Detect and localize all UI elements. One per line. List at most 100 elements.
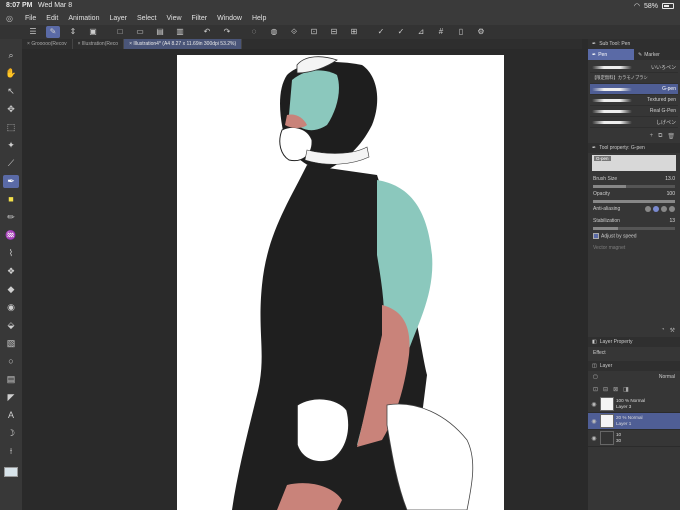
menu-file[interactable]: File [20,15,41,22]
visibility-eye-icon[interactable]: ◉ [590,401,598,408]
aa-weak[interactable] [653,206,659,212]
visibility-eye-icon[interactable]: ◉ [590,418,598,425]
antialiasing-options[interactable] [645,206,675,212]
correct-line-icon[interactable]: ⟊ [3,445,19,458]
opacity-row[interactable]: Opacity 100 [588,188,680,200]
tab-pen[interactable]: ✒ Pen [588,49,634,60]
fill-icon[interactable]: ◍ [267,26,281,38]
layer-mask-icon[interactable]: ◨ [623,386,629,393]
brush-item[interactable]: いいろペン [590,62,678,73]
selection-tool-icon[interactable]: ⬚ [3,121,19,134]
aa-medium[interactable] [661,206,667,212]
gallery-icon[interactable]: ▣ [86,26,100,38]
stabilization-row[interactable]: Stabilization 13 [588,215,680,227]
layer-row[interactable]: ◉ 100 % Normal Layer 3 [588,396,680,414]
eyedropper-icon[interactable]: ⟋ [3,157,19,170]
airbrush-tool-icon[interactable]: ⌇ [3,247,19,260]
layer-row[interactable]: ◉ 10 30 [588,430,680,448]
antialiasing-row[interactable]: Anti-aliasing [588,203,680,215]
menu-window[interactable]: Window [212,15,247,22]
ruler-tool-icon[interactable]: ◤ [3,391,19,404]
figure-tool-icon[interactable]: ○ [3,355,19,368]
settings-icon[interactable]: ⚙ [474,26,488,38]
brush-item[interactable]: Textured pen [590,95,678,106]
deselect-icon[interactable]: ⊟ [327,26,341,38]
save-icon[interactable]: ▤ [153,26,167,38]
adjust-by-speed-row[interactable]: Adjust by speed [588,230,680,242]
export-icon[interactable]: ▥ [173,26,187,38]
undo-icon[interactable]: ↶ [200,26,214,38]
menu-view[interactable]: View [161,15,186,22]
pen-marker-icon[interactable]: ■ [3,193,19,206]
redo-icon[interactable]: ↷ [220,26,234,38]
phone-icon[interactable]: ▯ [454,26,468,38]
brush-item[interactable]: 【限定無料】カラモノブラシ [590,73,678,84]
aa-none[interactable] [645,206,651,212]
pen-tool-icon[interactable]: ✒ [3,175,19,188]
layer-lock-icon[interactable]: ⊡ [593,386,598,393]
opacity-value[interactable]: 100 [667,191,675,197]
stabilization-value[interactable]: 13 [669,218,675,224]
menu-animation[interactable]: Animation [63,15,104,22]
subtool-panel-header[interactable]: ✒ Sub Tool: Pen [588,39,680,49]
menu-filter[interactable]: Filter [187,15,213,22]
delete-subtool-icon[interactable]: 🗑 [667,133,675,140]
balloon-tool-icon[interactable]: ☽ [3,427,19,440]
brush-size-value[interactable]: 13.0 [665,176,675,182]
menu-help[interactable]: Help [247,15,271,22]
text-tool-icon[interactable]: A [3,409,19,422]
new-canvas-icon[interactable]: □ [113,26,127,38]
zoom-tool-icon[interactable]: ⌕ [3,49,19,62]
brush-item[interactable]: Real G-Pen [590,106,678,117]
main-color-swatch[interactable] [4,467,18,477]
layer-clip-icon[interactable]: ⊟ [603,386,608,393]
effect-row[interactable]: Effect [588,347,680,359]
layer-ref-icon[interactable]: ⊠ [613,386,618,393]
stepper-icon[interactable]: ⇕ [66,26,80,38]
brush-tool-icon[interactable]: ♒ [3,229,19,242]
tab-document-2[interactable]: × Illustration(Reco [73,39,125,49]
blend-mode-toggle-icon[interactable]: ▢ [593,374,598,380]
brush-size-row[interactable]: Brush Size 13.0 [588,173,680,185]
brush-size-slider[interactable] [593,185,675,188]
menu-toggle-icon[interactable]: ☰ [26,26,40,38]
brush-item[interactable]: しげペン [590,117,678,128]
layer-row-selected[interactable]: ◉ 20 % Normal Layer 1 [588,413,680,431]
menu-edit[interactable]: Edit [41,15,63,22]
visibility-eye-icon[interactable]: ◉ [590,435,598,442]
layer-property-header[interactable]: ◧ Layer Property [588,337,680,348]
pencil-tool-icon[interactable]: ✏ [3,211,19,224]
drawing-canvas[interactable] [177,55,504,510]
auto-select-icon[interactable]: ✦ [3,139,19,152]
gradient-tool-icon[interactable]: ▧ [3,337,19,350]
aa-strong[interactable] [669,206,675,212]
tool-property-header[interactable]: ✒ Tool property: G-pen [588,143,680,153]
edge-keyboard-icon[interactable]: ✎ [46,26,60,38]
invert-selection-icon[interactable]: ⊞ [347,26,361,38]
tab-document-3[interactable]: × Illustration4* (A4 8.27 x 11.69in 300d… [124,39,243,49]
brush-item-selected[interactable]: G-pen [590,84,678,95]
hand-tool-icon[interactable]: ✋ [3,67,19,80]
check-icon[interactable]: ✓ [374,26,388,38]
frame-border-icon[interactable]: ▤ [3,373,19,386]
clip-studio-logo-icon[interactable]: ◎ [6,14,20,23]
clear-icon[interactable]: ◌ [247,26,261,38]
adjust-by-speed-checkbox[interactable] [593,233,599,239]
decoration-tool-icon[interactable]: ❖ [3,265,19,278]
operation-tool-icon[interactable]: ↖ [3,85,19,98]
blend-mode-row[interactable]: ▢ Normal [588,371,680,383]
duplicate-subtool-icon[interactable]: ⧉ [658,133,662,140]
eraser-tool-icon[interactable]: ◆ [3,283,19,296]
move-layer-icon[interactable]: ✥ [3,103,19,116]
blend-mode-select[interactable]: Normal [659,374,675,380]
add-subtool-icon[interactable]: + [650,133,654,140]
tab-marker[interactable]: ✎ Marker [634,49,680,60]
grid-icon[interactable]: # [434,26,448,38]
transform-icon[interactable]: ⟐ [287,26,301,38]
opacity-slider[interactable] [593,200,675,203]
blend-tool-icon[interactable]: ◉ [3,301,19,314]
open-file-icon[interactable]: ▭ [133,26,147,38]
menu-layer[interactable]: Layer [104,15,132,22]
layer-panel-header[interactable]: ◫ Layer [588,361,680,372]
ruler-icon[interactable]: ⊿ [414,26,428,38]
